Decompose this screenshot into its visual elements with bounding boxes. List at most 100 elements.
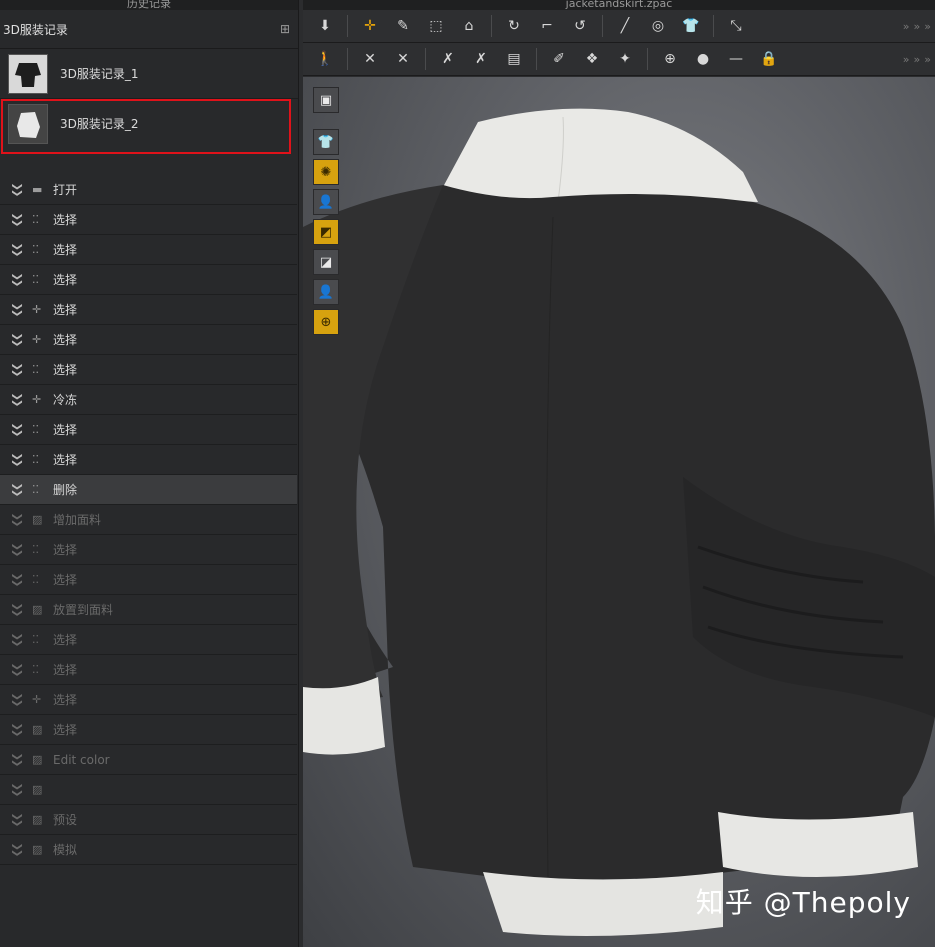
3d-viewport[interactable]: ▣ 👕 ✺ 👤 ◩ ◪ 👤 ⊕ 知乎 @Thepoly — [303, 77, 935, 947]
expand-chevron-icon[interactable]: ❯❯ — [12, 303, 23, 317]
history-row[interactable]: ❯❯ ⁚⁚ 选择 — [0, 355, 297, 385]
globe-icon[interactable]: ⊕ — [313, 309, 339, 335]
needle-icon[interactable]: ╱ — [611, 13, 639, 39]
history-row[interactable]: ❯❯ ⁚⁚ 选择 — [0, 265, 297, 295]
history-row[interactable]: ❯❯ ▨ 模拟 — [0, 835, 297, 865]
history-label: 预设 — [53, 813, 78, 827]
download-icon[interactable]: ⬇ — [311, 13, 339, 39]
history-row[interactable]: ❯❯ ✛ 选择 — [0, 325, 297, 355]
expand-chevron-icon[interactable]: ❯❯ — [12, 213, 23, 227]
move-icon[interactable]: ✛ — [356, 13, 384, 39]
history-row[interactable]: ❯❯ ▨ 预设 — [0, 805, 297, 835]
tape-icon[interactable]: ◎ — [644, 13, 672, 39]
brush-icon[interactable]: ✐ — [545, 46, 573, 72]
fabric-icon: ▨ — [32, 723, 43, 736]
history-row[interactable]: ❯❯ ✛ 选择 — [0, 295, 297, 325]
history-row[interactable]: ❯❯ ✛ 选择 — [0, 685, 297, 715]
texture-display-icon[interactable]: ✺ — [313, 159, 339, 185]
expand-chevron-icon[interactable]: ❯❯ — [12, 723, 23, 737]
expand-chevron-icon[interactable]: ❯❯ — [12, 603, 23, 617]
history-row[interactable]: ❯❯ ⁚⁚ 选择 — [0, 655, 297, 685]
select-icon: ⁚⁚ — [32, 243, 39, 256]
expand-chevron-icon[interactable]: ❯❯ — [12, 333, 23, 347]
history-row[interactable]: ❯❯ ▬ 打开 — [0, 175, 297, 205]
tack-remove-icon[interactable]: ✗ — [467, 46, 495, 72]
history-row[interactable]: ❯❯ ⁚⁚ 选择 — [0, 565, 297, 595]
divider — [536, 48, 537, 70]
fold-icon[interactable]: ↻ — [500, 13, 528, 39]
history-row[interactable]: ❯❯ ⁚⁚ 选择 — [0, 625, 297, 655]
tack-icon[interactable]: ✗ — [434, 46, 462, 72]
transform-icon[interactable]: ⬚ — [422, 13, 450, 39]
expand-chevron-icon[interactable]: ❯❯ — [12, 633, 23, 647]
pin-icon[interactable]: ✕ — [356, 46, 384, 72]
tshirt-icon[interactable]: ❖ — [578, 46, 606, 72]
avatar-pose-icon[interactable]: 🚶 — [311, 46, 339, 72]
expand-chevron-icon[interactable]: ❯❯ — [12, 393, 23, 407]
history-label: 选择 — [53, 363, 78, 377]
zipper-icon[interactable]: — — [722, 46, 750, 72]
garment-display-icon[interactable]: 👕 — [313, 129, 339, 155]
history-row[interactable]: ❯❯ ▨ 增加面料 — [0, 505, 297, 535]
history-row[interactable]: ❯❯ ⁚⁚ 选择 — [0, 535, 297, 565]
select-icon: ⁚⁚ — [32, 273, 39, 286]
history-row[interactable]: ❯❯ ▨ — [0, 775, 297, 805]
expand-chevron-icon[interactable]: ❯❯ — [12, 453, 23, 467]
buttonhole-icon[interactable]: ● — [689, 46, 717, 72]
lock-icon[interactable]: 🔒 — [755, 46, 783, 72]
history-row[interactable]: ❯❯ ✛ 冷冻 — [0, 385, 297, 415]
fabric-layer-icon[interactable]: ▤ — [500, 46, 528, 72]
transform-icon: ✛ — [32, 333, 42, 346]
edit-pattern-icon[interactable]: ✎ — [389, 13, 417, 39]
toolbar-overflow[interactable]: »»» — [903, 53, 935, 66]
history-row[interactable]: ❯❯ ⁚⁚ 选择 — [0, 205, 297, 235]
shading-icon[interactable]: ◪ — [313, 249, 339, 275]
history-row[interactable]: ❯❯ ▨ Edit color — [0, 745, 297, 775]
expand-chevron-icon[interactable]: ❯❯ — [12, 843, 23, 857]
history-label: 增加面料 — [53, 513, 102, 527]
history-label: 选择 — [53, 693, 78, 707]
history-row[interactable]: ❯❯ ⁚⁚ 选择 — [0, 415, 297, 445]
expand-chevron-icon[interactable]: ❯❯ — [12, 363, 23, 377]
avatar-display-icon[interactable]: 👤 — [313, 189, 339, 215]
panel-options-icon[interactable]: ⊞ — [280, 22, 290, 36]
button-icon[interactable]: ⊕ — [656, 46, 684, 72]
expand-chevron-icon[interactable]: ❯❯ — [12, 183, 23, 197]
expand-chevron-icon[interactable]: ❯❯ — [12, 513, 23, 527]
shirt-icon[interactable]: 👕 — [677, 13, 705, 39]
expand-chevron-icon[interactable]: ❯❯ — [12, 273, 23, 287]
snapshot-item-1[interactable]: 3D服装记录_1 — [0, 49, 298, 99]
toolbar-overflow[interactable]: »»» — [903, 20, 935, 33]
expand-chevron-icon[interactable]: ❯❯ — [12, 243, 23, 257]
select-icon: ⁚⁚ — [32, 573, 39, 586]
measure-icon[interactable]: ⤡ — [722, 13, 750, 39]
pattern-icon[interactable]: ✦ — [611, 46, 639, 72]
fabric-display-icon[interactable]: ◩ — [313, 219, 339, 245]
fabric-brush-icon[interactable]: ⌂ — [455, 13, 483, 39]
rotate-icon[interactable]: ↺ — [566, 13, 594, 39]
history-row[interactable]: ❯❯ ⁚⁚ 选择 — [0, 445, 297, 475]
divider — [602, 15, 603, 37]
expand-chevron-icon[interactable]: ❯❯ — [12, 693, 23, 707]
history-row[interactable]: ❯❯ ▨ 放置到面料 — [0, 595, 297, 625]
history-row[interactable]: ❯❯ ⁚⁚ 选择 — [0, 235, 297, 265]
expand-chevron-icon[interactable]: ❯❯ — [12, 543, 23, 557]
segment-icon[interactable]: ⌐ — [533, 13, 561, 39]
history-row[interactable]: ❯❯ ⁚⁚ 删除 — [0, 475, 297, 505]
select-icon: ⁚⁚ — [32, 453, 39, 466]
expand-chevron-icon[interactable]: ❯❯ — [12, 753, 23, 767]
expand-chevron-icon[interactable]: ❯❯ — [12, 663, 23, 677]
pin-remove-icon[interactable]: ✕ — [389, 46, 417, 72]
transform-icon: ✛ — [32, 393, 42, 406]
history-label: Edit color — [53, 752, 110, 767]
expand-chevron-icon[interactable]: ❯❯ — [12, 573, 23, 587]
cube-view-icon[interactable]: ▣ — [313, 87, 339, 113]
history-label: 选择 — [53, 303, 78, 317]
expand-chevron-icon[interactable]: ❯❯ — [12, 783, 23, 797]
snapshot-thumbnail — [8, 53, 48, 94]
history-row[interactable]: ❯❯ ▨ 选择 — [0, 715, 297, 745]
expand-chevron-icon[interactable]: ❯❯ — [12, 423, 23, 437]
avatar-silhouette-icon[interactable]: 👤 — [313, 279, 339, 305]
expand-chevron-icon[interactable]: ❯❯ — [12, 813, 23, 827]
expand-chevron-icon[interactable]: ❯❯ — [12, 483, 23, 497]
